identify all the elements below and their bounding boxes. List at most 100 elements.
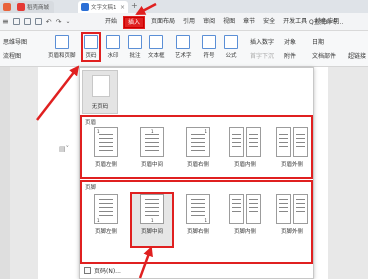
footer-left-option[interactable]: 1 页脚左侧: [86, 194, 126, 246]
header-inside-label: 页眉内侧: [233, 162, 256, 168]
attachment-button[interactable]: 附件: [284, 51, 296, 60]
watermark-button[interactable]: 水印: [106, 35, 120, 59]
header-right-preview: 1: [186, 127, 210, 157]
annotation-icon: [128, 35, 142, 49]
menu-item-security[interactable]: 安全: [262, 17, 276, 28]
flowchart-button[interactable]: 流程图: [3, 51, 21, 60]
mindmap-button[interactable]: 思维导图: [3, 37, 27, 46]
menu-item-references[interactable]: 引用: [182, 17, 196, 28]
footer-position-group: 页脚 1 页脚左侧 1 页脚中间 1 页脚右侧 页脚内侧 页脚外侧: [80, 180, 313, 264]
header-left-preview: 1: [94, 127, 118, 157]
undo-icon[interactable]: ↶: [46, 18, 52, 26]
header-outside-preview-right: [293, 127, 308, 157]
footer-right-option[interactable]: 1 页脚右侧: [178, 194, 218, 246]
document-icon: [81, 3, 89, 11]
footer-center-label: 页脚中间: [140, 229, 163, 235]
header-group-title: 页眉: [85, 120, 97, 126]
doc-parts-button[interactable]: 文档部件: [312, 51, 336, 60]
search-command[interactable]: Q查找命令...: [309, 17, 343, 26]
symbol-icon: [202, 35, 216, 49]
print-icon[interactable]: [23, 18, 31, 25]
footer-left-preview: 1: [94, 194, 118, 224]
menu-item-view[interactable]: 视图: [222, 17, 236, 28]
textbox-button[interactable]: 文本框: [148, 35, 165, 59]
header-outside-option[interactable]: 页眉外侧: [272, 127, 312, 179]
header-position-group: 页眉 1 页眉左侧 1 页眉中间 1 页眉右侧 页眉内侧 页眉外侧: [80, 115, 313, 179]
header-left-label: 页眉左侧: [94, 162, 117, 168]
header-footer-button[interactable]: 页眉和页脚: [48, 35, 76, 59]
object-button[interactable]: 对象: [284, 37, 296, 46]
footer-outside-preview-left: [276, 194, 291, 224]
page-number-icon: [84, 35, 98, 49]
menu-item-review[interactable]: 审阅: [202, 17, 216, 28]
chevron-down-icon[interactable]: ⌄: [65, 18, 70, 25]
formula-label: 公式: [225, 53, 237, 59]
menu-item-page-layout[interactable]: 页面布局: [150, 17, 176, 28]
footer-inside-option[interactable]: 页脚内侧: [225, 194, 265, 246]
footer-outside-label: 页脚外侧: [280, 229, 303, 235]
header-center-label: 页眉中间: [140, 162, 163, 168]
page-number-settings-icon: [84, 267, 91, 274]
menu-bar: ≡ ↶ ↷ ⌄ 开始 插入 页面布局 引用 审阅 视图 章节 安全 开发工具 特…: [0, 13, 368, 31]
no-page-number-option[interactable]: 无页码: [82, 70, 118, 114]
redo-icon[interactable]: ↷: [56, 18, 62, 26]
page-number-button[interactable]: 页码: [81, 32, 101, 62]
footer-center-preview: 1: [140, 194, 164, 224]
header-left-option[interactable]: 1 页眉左侧: [86, 127, 126, 179]
home-icon: [3, 3, 11, 11]
header-center-option[interactable]: 1 页眉中间: [132, 127, 172, 179]
art-text-button[interactable]: 艺术字: [175, 35, 192, 59]
paragraph-handle-icon[interactable]: ▤˅: [59, 145, 69, 153]
watermark-label: 水印: [107, 53, 119, 59]
page-number-settings-link[interactable]: 页码(N)...: [84, 266, 121, 275]
tab-document[interactable]: 文字文稿1 ×: [78, 1, 128, 13]
symbol-button[interactable]: 符号: [202, 35, 216, 59]
footer-inside-label: 页脚内侧: [233, 229, 256, 235]
header-outside-preview-left: [276, 127, 291, 157]
footer-outside-option[interactable]: 页脚外侧: [272, 194, 312, 246]
tab-daoke-label: 稻壳商城: [27, 5, 50, 11]
header-footer-icon: [54, 35, 69, 49]
annotation-label: 批注: [129, 53, 141, 59]
save-icon[interactable]: [12, 18, 20, 25]
tab-document-label: 文字文稿1: [91, 5, 117, 11]
first-letter-button[interactable]: 首字下沉: [250, 51, 274, 60]
preview-icon[interactable]: [34, 18, 42, 25]
art-text-label: 艺术字: [175, 53, 192, 59]
blank-page-icon: [92, 75, 110, 97]
menu-item-start[interactable]: 开始: [104, 17, 118, 28]
ribbon-insert: 思维导图 流程图 页眉和页脚 页码 水印 批注 文本框 艺术字 符号 公式 插入…: [0, 31, 368, 67]
page-number-label: 页码: [85, 53, 97, 59]
page-number-dropdown: 无页码 页眉 1 页眉左侧 1 页眉中间 1 页眉右侧 页眉内侧 页眉外侧 页脚…: [79, 67, 314, 279]
menu-item-insert[interactable]: 插入: [123, 16, 146, 29]
textbox-icon: [149, 35, 164, 49]
menu-item-chapter[interactable]: 章节: [242, 17, 256, 28]
menu-hamburger-icon[interactable]: ≡: [2, 17, 9, 26]
header-outside-label: 页眉外侧: [280, 162, 303, 168]
no-page-number-label: 无页码: [91, 104, 109, 110]
insert-number-button[interactable]: 插入数字: [250, 37, 274, 46]
home-tab[interactable]: [0, 1, 14, 13]
header-right-option[interactable]: 1 页眉右侧: [178, 127, 218, 179]
header-inside-option[interactable]: 页眉内侧: [225, 127, 265, 179]
symbol-label: 符号: [203, 53, 215, 59]
footer-right-label: 页脚右侧: [186, 229, 209, 235]
formula-icon: [224, 35, 238, 49]
footer-outside-preview-right: [293, 194, 308, 224]
quick-access-toolbar: ≡ ↶ ↷ ⌄: [2, 17, 70, 26]
new-tab-icon[interactable]: +: [131, 1, 138, 10]
menu-item-developer[interactable]: 开发工具: [282, 17, 308, 28]
tab-daoke-store[interactable]: 稻壳商城: [14, 1, 54, 13]
textbox-label: 文本框: [148, 53, 165, 59]
header-footer-label: 页眉和页脚: [48, 53, 76, 59]
formula-button[interactable]: 公式: [224, 35, 238, 59]
date-button[interactable]: 日期: [312, 37, 324, 46]
footer-center-option[interactable]: 1 页脚中间: [130, 192, 174, 248]
footer-inside-preview-right: [246, 194, 261, 224]
menu-items: 开始 插入 页面布局 引用 审阅 视图 章节 安全 开发工具 特色应用: [104, 16, 340, 29]
annotation-button[interactable]: 批注: [128, 35, 142, 59]
footer-left-label: 页脚左侧: [94, 229, 117, 235]
hyperlink-button[interactable]: 超链接: [348, 51, 366, 60]
footer-group-title: 页脚: [85, 185, 97, 191]
close-icon[interactable]: ×: [120, 4, 125, 11]
